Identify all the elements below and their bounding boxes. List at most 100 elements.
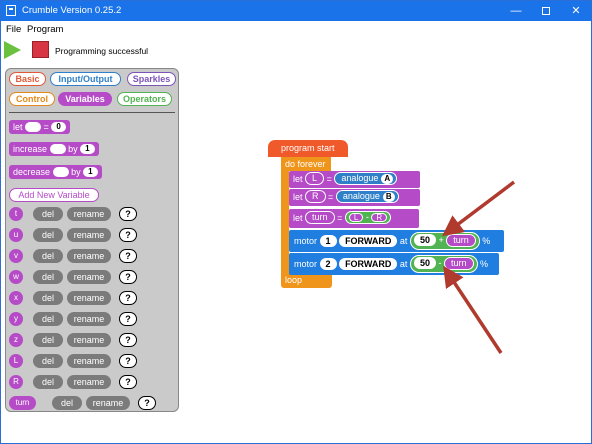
let-value[interactable]: 0 <box>51 121 66 132</box>
variable-name[interactable]: t <box>9 207 23 221</box>
delete-variable-button[interactable]: del <box>33 249 63 263</box>
motor-2-block[interactable]: motor 2 FORWARD at 50 - turn % <box>289 253 499 275</box>
delete-variable-button[interactable]: del <box>52 396 82 410</box>
minus-sign: - <box>438 257 442 268</box>
minimize-button[interactable]: — <box>501 1 531 21</box>
let-variable-slot[interactable] <box>25 121 42 132</box>
rename-variable-button[interactable]: rename <box>67 207 111 221</box>
variable-name[interactable]: L <box>9 354 23 368</box>
help-button[interactable]: ? <box>119 375 137 389</box>
motor-number[interactable]: 2 <box>319 257 337 270</box>
block-palette: Basic Input/Output Sparkles Control Vari… <box>5 68 179 412</box>
loop-block[interactable]: loop <box>281 273 332 288</box>
variable-name[interactable]: turn <box>9 396 36 410</box>
variable-name[interactable]: x <box>9 291 23 305</box>
delete-variable-button[interactable]: del <box>33 270 63 284</box>
increase-variable-slot[interactable] <box>49 143 66 154</box>
delete-variable-button[interactable]: del <box>33 333 63 347</box>
decrease-value[interactable]: 1 <box>83 166 98 177</box>
category-control[interactable]: Control <box>9 92 55 106</box>
stop-program-button[interactable] <box>32 41 49 58</box>
analogue-A-block[interactable]: analogue A <box>334 172 398 186</box>
rename-variable-button[interactable]: rename <box>67 270 111 284</box>
rename-variable-button[interactable]: rename <box>67 354 111 368</box>
rename-variable-button[interactable]: rename <box>67 333 111 347</box>
help-button[interactable]: ? <box>119 291 137 305</box>
analogue-pin[interactable]: B <box>382 192 395 203</box>
subtract-operator-block[interactable]: L - R <box>344 211 392 225</box>
delete-variable-button[interactable]: del <box>33 207 63 221</box>
motor-keyword: motor <box>294 236 318 246</box>
increase-value[interactable]: 1 <box>80 143 95 154</box>
help-button[interactable]: ? <box>119 270 137 284</box>
menu-file[interactable]: File <box>6 24 21 35</box>
variable-turn[interactable]: turn <box>305 211 335 225</box>
decrease-block[interactable]: decrease by 1 <box>9 165 102 179</box>
variable-name[interactable]: z <box>9 333 23 347</box>
equals: = <box>328 192 334 202</box>
category-sparkles[interactable]: Sparkles <box>127 72 176 86</box>
speed-value[interactable]: 50 <box>413 234 436 247</box>
let-block[interactable]: let = 0 <box>9 120 70 134</box>
analogue-B-block[interactable]: analogue B <box>335 190 399 204</box>
toolbar: Programming successful <box>1 37 591 63</box>
rename-variable-button[interactable]: rename <box>67 312 111 326</box>
let-L-block[interactable]: let L = analogue A <box>289 171 420 188</box>
variable-name[interactable]: u <box>9 228 23 242</box>
category-input-output[interactable]: Input/Output <box>50 72 121 86</box>
variable-name[interactable]: R <box>9 375 23 389</box>
category-basic[interactable]: Basic <box>9 72 46 86</box>
palette-divider <box>9 112 175 113</box>
motor-number[interactable]: 1 <box>319 234 337 247</box>
category-operators[interactable]: Operators <box>117 92 172 106</box>
status-text: Programming successful <box>55 46 149 56</box>
delete-variable-button[interactable]: del <box>33 354 63 368</box>
variable-L[interactable]: L <box>305 172 325 186</box>
operand-L[interactable]: L <box>348 213 364 223</box>
increase-block[interactable]: increase by 1 <box>9 142 99 156</box>
help-button[interactable]: ? <box>119 312 137 326</box>
rename-variable-button[interactable]: rename <box>67 249 111 263</box>
maximize-button[interactable] <box>531 1 561 21</box>
variable-turn[interactable]: turn <box>446 233 476 247</box>
delete-variable-button[interactable]: del <box>33 228 63 242</box>
let-keyword: let <box>293 213 303 223</box>
rename-variable-button[interactable]: rename <box>67 375 111 389</box>
variable-name[interactable]: w <box>9 270 23 284</box>
motor-1-block[interactable]: motor 1 FORWARD at 50 + turn % <box>289 230 504 252</box>
analogue-pin[interactable]: A <box>381 174 394 185</box>
add-operator-block[interactable]: 50 + turn <box>409 231 480 250</box>
variable-name[interactable]: y <box>9 312 23 326</box>
variable-R[interactable]: R <box>305 190 326 204</box>
motor-direction[interactable]: FORWARD <box>339 257 398 270</box>
close-button[interactable]: ✕ <box>561 1 591 21</box>
menu-program[interactable]: Program <box>27 24 63 35</box>
subtract-operator-block[interactable]: 50 - turn <box>409 254 478 273</box>
help-button[interactable]: ? <box>119 249 137 263</box>
add-new-variable-button[interactable]: Add New Variable <box>9 188 99 202</box>
let-R-block[interactable]: let R = analogue B <box>289 189 420 206</box>
delete-variable-button[interactable]: del <box>33 375 63 389</box>
help-button[interactable]: ? <box>119 228 137 242</box>
delete-variable-button[interactable]: del <box>33 312 63 326</box>
rename-variable-button[interactable]: rename <box>67 291 111 305</box>
variable-name[interactable]: v <box>9 249 23 263</box>
run-program-button[interactable] <box>4 41 21 59</box>
operand-R[interactable]: R <box>371 213 388 223</box>
rename-variable-button[interactable]: rename <box>86 396 130 410</box>
motor-direction[interactable]: FORWARD <box>339 234 398 247</box>
help-button[interactable]: ? <box>119 333 137 347</box>
category-variables[interactable]: Variables <box>58 92 112 106</box>
do-forever-arm <box>281 169 289 275</box>
program-start-block[interactable]: program start <box>268 140 348 157</box>
decrease-variable-slot[interactable] <box>52 166 69 177</box>
minus-sign: - <box>365 212 369 223</box>
help-button[interactable]: ? <box>119 207 137 221</box>
rename-variable-button[interactable]: rename <box>67 228 111 242</box>
delete-variable-button[interactable]: del <box>33 291 63 305</box>
speed-value[interactable]: 50 <box>413 257 436 270</box>
let-turn-block[interactable]: let turn = L - R <box>289 209 419 228</box>
help-button[interactable]: ? <box>138 396 156 410</box>
help-button[interactable]: ? <box>119 354 137 368</box>
variable-turn[interactable]: turn <box>444 256 474 270</box>
